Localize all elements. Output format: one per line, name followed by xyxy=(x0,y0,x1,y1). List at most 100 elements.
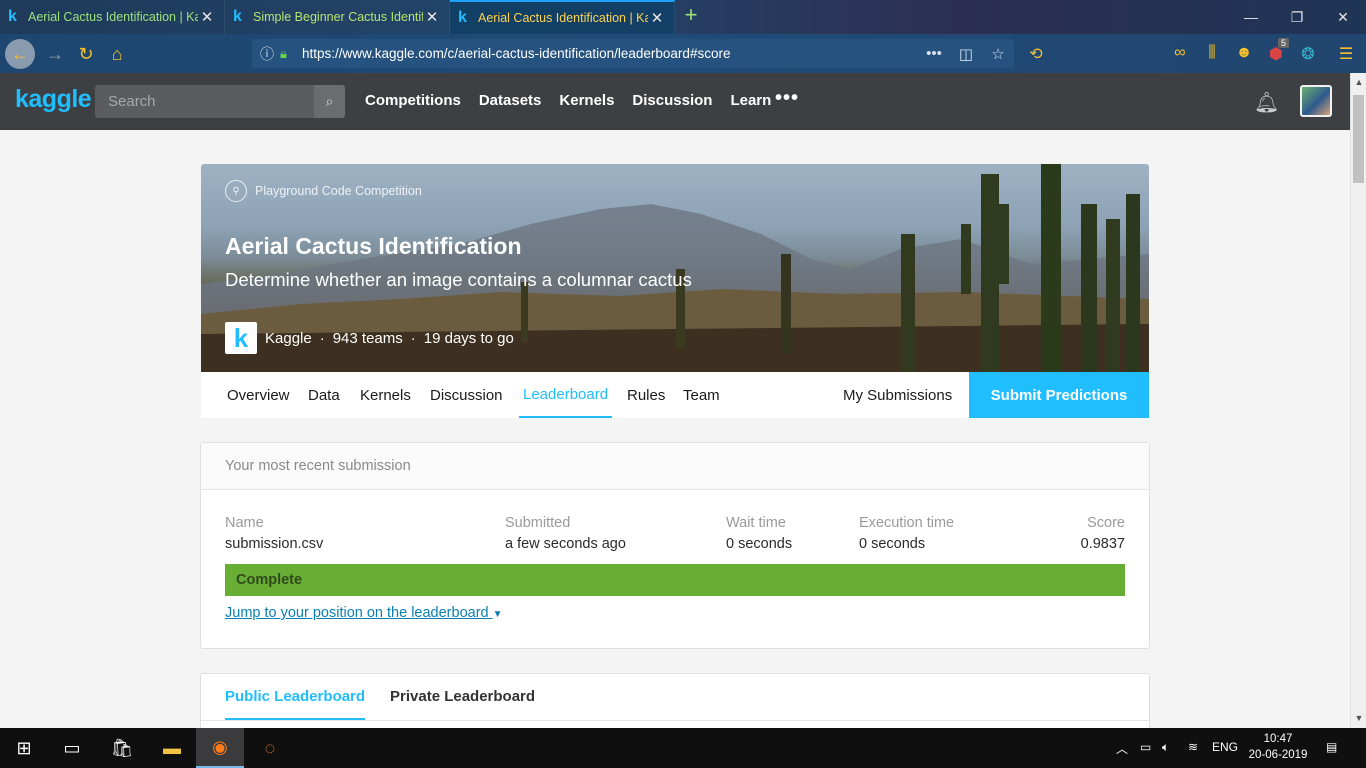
close-icon[interactable]: ✕ xyxy=(423,8,441,26)
home-icon[interactable]: ⌂ xyxy=(102,39,132,69)
file-explorer-icon[interactable]: ▬ xyxy=(148,728,196,768)
task-view-icon[interactable]: ▭ xyxy=(48,728,96,768)
site-info-icon[interactable]: ⓘ xyxy=(260,44,280,64)
scrollbar-thumb[interactable] xyxy=(1353,95,1364,183)
tab-private-leaderboard[interactable]: Private Leaderboard xyxy=(390,688,535,705)
tab-public-leaderboard[interactable]: Public Leaderboard xyxy=(225,688,366,720)
competition-type-badge: ⚲ Playground Code Competition xyxy=(225,180,422,202)
caret-down-icon[interactable]: ▼ xyxy=(493,609,503,620)
extension-icon[interactable]: ❂ xyxy=(1296,44,1320,64)
host-name[interactable]: Kaggle xyxy=(265,330,312,347)
tray-expand-icon[interactable]: ︿ xyxy=(1116,740,1128,757)
kaggle-header: kaggle ⌕ Competitions Datasets Kernels D… xyxy=(0,73,1350,130)
submit-predictions-button[interactable]: Submit Predictions xyxy=(969,372,1149,418)
scroll-up-icon[interactable]: ▲ xyxy=(1354,77,1364,87)
avatar[interactable] xyxy=(1300,85,1332,117)
clock-date: 20-06-2019 xyxy=(1248,749,1308,761)
firefox-icon[interactable]: ◉ xyxy=(196,728,244,768)
browser-toolbar: ← → ↻ ⌂ ⓘ 🔒︎ https://www.kaggle.com/c/ae… xyxy=(0,34,1366,73)
url-text[interactable]: https://www.kaggle.com/c/aerial-cactus-i… xyxy=(302,46,918,61)
nav-competitions[interactable]: Competitions xyxy=(365,92,461,109)
new-tab-plus-icon[interactable]: + xyxy=(680,4,702,28)
competition-tabs: Overview Data Kernels Discussion Leaderb… xyxy=(201,372,1149,418)
language-indicator[interactable]: ENG xyxy=(1212,740,1238,754)
pocket-icon[interactable]: ◫ xyxy=(950,45,982,63)
team-count: 943 teams xyxy=(332,329,403,347)
minimize-icon[interactable]: — xyxy=(1228,0,1274,34)
bookmark-star-icon[interactable]: ☆ xyxy=(982,45,1014,63)
jump-to-position-link[interactable]: Jump to your position on the leaderboard… xyxy=(225,605,503,621)
notification-bell-icon[interactable]: 🔔︎ xyxy=(1254,90,1279,115)
execution-time-value: 0 seconds xyxy=(859,536,926,552)
back-arrow-icon[interactable]: ← xyxy=(5,39,35,69)
nav-kernels[interactable]: Kernels xyxy=(559,92,614,109)
search-input[interactable] xyxy=(95,85,314,118)
forward-arrow-icon[interactable]: → xyxy=(40,39,70,69)
submission-name-col: Name submission.csv xyxy=(225,515,323,552)
system-clock[interactable]: 10:47 20-06-2019 xyxy=(1240,731,1316,763)
reload-icon[interactable]: ↻ xyxy=(71,39,101,69)
competition-meta: k Kaggle · 943 teams · 19 days to go xyxy=(225,322,514,354)
nav-discussion[interactable]: Discussion xyxy=(632,92,712,109)
execution-time-label: Execution time xyxy=(859,515,955,531)
mask-icon[interactable]: ∞ xyxy=(1168,44,1192,62)
windows-taskbar: ⊞ ▭ 🛍︎ ▬ ◉ ◌ ︿ ▭ 🔈︎ ≋ ENG 10:47 20-06-20… xyxy=(0,728,1366,768)
browser-tab[interactable]: k Aerial Cactus Identification | Ka ✕ xyxy=(0,0,225,34)
tab-rules[interactable]: Rules xyxy=(627,372,665,418)
kaggle-favicon-icon: k xyxy=(233,8,242,25)
restore-icon[interactable]: ❐ xyxy=(1274,0,1320,34)
main-nav: Competitions Datasets Kernels Discussion… xyxy=(365,92,771,109)
wait-time-label: Wait time xyxy=(726,515,786,531)
browser-tab-active[interactable]: k Aerial Cactus Identification | Ka ✕ xyxy=(450,0,675,34)
tab-title: Simple Beginner Cactus Identif xyxy=(253,10,423,24)
deadline: 19 days to go xyxy=(423,329,514,347)
jupyter-icon[interactable]: ◌ xyxy=(246,728,294,768)
nav-learn[interactable]: Learn xyxy=(730,92,771,109)
competition-banner: ⚲ Playground Code Competition Aerial Cac… xyxy=(201,164,1149,372)
close-icon[interactable]: ✕ xyxy=(648,9,666,27)
history-icon[interactable]: ⟲ xyxy=(1024,44,1048,64)
kaggle-favicon-icon: k xyxy=(8,8,17,25)
battery-icon[interactable]: ▭ xyxy=(1140,740,1151,754)
submitted-value: a few seconds ago xyxy=(505,536,626,552)
page-scrollbar[interactable]: ▲ ▼ xyxy=(1350,73,1366,728)
browser-tab[interactable]: k Simple Beginner Cactus Identif ✕ xyxy=(225,0,450,34)
page-actions-icon[interactable]: ••• xyxy=(918,45,950,62)
library-icon[interactable]: ⫼ xyxy=(1200,44,1224,62)
account-icon[interactable]: ☻ xyxy=(1232,44,1256,62)
recent-submission-card: Your most recent submission Name submiss… xyxy=(200,442,1150,649)
competition-title: Aerial Cactus Identification xyxy=(225,233,522,259)
tab-team[interactable]: Team xyxy=(683,372,720,418)
volume-icon[interactable]: 🔈︎ xyxy=(1162,740,1169,755)
search-icon[interactable]: ⌕ xyxy=(314,85,345,118)
tab-discussion[interactable]: Discussion xyxy=(430,372,503,418)
scroll-down-icon[interactable]: ▼ xyxy=(1354,713,1364,723)
my-submissions-link[interactable]: My Submissions xyxy=(843,372,952,418)
lock-icon: 🔒︎ xyxy=(280,45,287,61)
wifi-icon[interactable]: ≋ xyxy=(1188,740,1198,754)
execution-time-col: Execution time 0 seconds xyxy=(859,515,954,552)
kaggle-logo[interactable]: kaggle xyxy=(15,85,92,114)
action-center-icon[interactable]: ▤ xyxy=(1326,740,1337,754)
search-box: ⌕ xyxy=(95,85,345,118)
address-bar[interactable]: ⓘ 🔒︎ https://www.kaggle.com/c/aerial-cac… xyxy=(252,39,1014,68)
nav-datasets[interactable]: Datasets xyxy=(479,92,542,109)
menu-hamburger-icon[interactable]: ☰ xyxy=(1334,44,1358,64)
separator: · xyxy=(319,329,325,347)
name-label: Name xyxy=(225,515,264,531)
more-menu-icon[interactable]: ••• xyxy=(775,87,799,110)
store-icon[interactable]: 🛍︎ xyxy=(98,728,146,768)
tab-leaderboard[interactable]: Leaderboard xyxy=(519,372,613,418)
jump-link-label[interactable]: Jump to your position on the leaderboard xyxy=(225,605,489,621)
tab-overview[interactable]: Overview xyxy=(227,372,290,418)
window-close-icon[interactable]: ✕ xyxy=(1320,0,1366,34)
tab-kernels[interactable]: Kernels xyxy=(360,372,411,418)
tab-data[interactable]: Data xyxy=(308,372,340,418)
close-icon[interactable]: ✕ xyxy=(198,8,216,26)
tab-title: Aerial Cactus Identification | Ka xyxy=(478,11,648,25)
score-label: Score xyxy=(1087,515,1125,531)
clock-time: 10:47 xyxy=(1263,733,1293,745)
windows-start-icon[interactable]: ⊞ xyxy=(0,728,48,768)
host-logo[interactable]: k xyxy=(225,322,257,354)
extension-badge: 5 xyxy=(1278,38,1290,48)
